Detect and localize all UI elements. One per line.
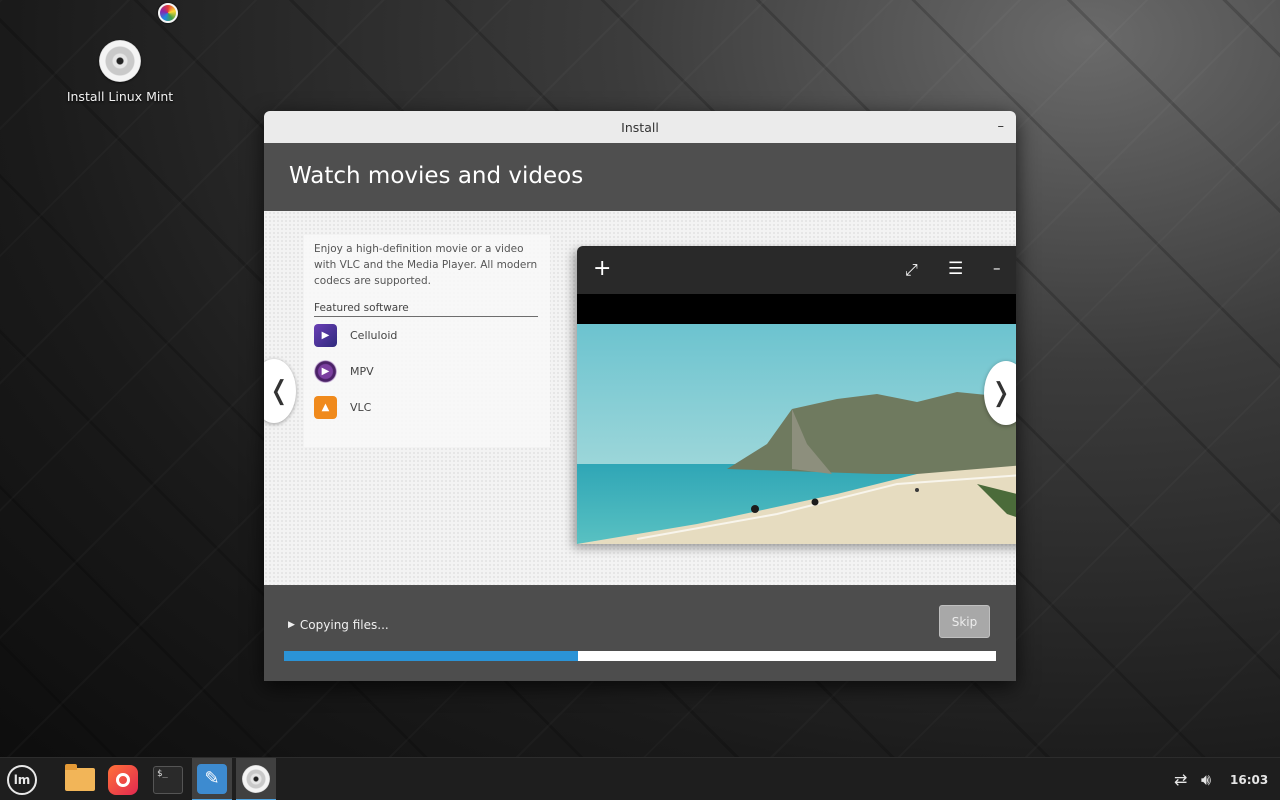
taskbar: lm $_ ✎ ⇄ 🔊︎ 16:03 [0,757,1280,800]
folder-icon [65,764,95,791]
slide-description: Enjoy a high-definition movie or a video… [314,243,538,287]
vlc-icon: ▲ [314,395,337,419]
firefox-launcher[interactable] [103,758,143,800]
previous-slide-button[interactable]: ❬ [264,359,296,423]
status-expander[interactable]: ▶ Copying files... [288,618,389,632]
beach-scene-image [577,324,1016,544]
app-name: MPV [350,364,374,378]
featured-app-mpv: ▶ MPV [314,353,540,389]
volume-icon[interactable]: 🔊︎ [1201,758,1211,800]
network-icon[interactable]: ⇄ [1174,758,1187,800]
install-progress-bar [284,651,996,661]
hamburger-menu-icon: ☰ [948,259,964,279]
files-launcher[interactable] [60,758,100,800]
player-headerbar: + ⤢ ☰ – [577,246,1016,294]
app-name: VLC [350,400,372,414]
mint-menu-button[interactable]: lm [2,758,42,800]
slide-header: Watch movies and videos [264,143,1016,211]
clock[interactable]: 16:03 [1230,758,1268,800]
celluloid-icon: ▶ [314,323,337,347]
installer-window: Install – Watch movies and videos Enjoy … [264,111,1016,681]
color-picker-icon[interactable] [158,3,178,23]
desktop-icon-label: Install Linux Mint [66,89,174,104]
installer-taskbar-button[interactable] [236,758,276,800]
linux-mint-logo-icon: lm [7,764,37,795]
disc-icon [242,764,270,793]
window-titlebar[interactable]: Install – [264,111,1016,143]
description-panel: Enjoy a high-definition movie or a video… [304,235,550,447]
disc-icon [99,40,141,82]
mpv-icon: ▶ [314,359,337,383]
slide-title: Watch movies and videos [289,163,584,189]
text-editor-launcher[interactable]: ✎ [192,758,232,800]
featured-app-celluloid: ▶ Celluloid [314,317,540,353]
letterbox-bar [577,294,1016,324]
video-frame [577,324,1016,544]
slideshow: Enjoy a high-definition movie or a video… [264,211,1016,585]
terminal-launcher[interactable]: $_ [148,758,188,800]
plus-icon: + [593,256,612,281]
player-minimize-icon: – [993,259,1001,277]
firefox-icon [108,764,138,795]
expander-triangle-icon: ▶ [288,620,295,630]
media-player-screenshot: + ⤢ ☰ – [577,246,1016,544]
app-name: Celluloid [350,328,398,342]
progress-fill [284,651,579,661]
desktop-icon-install-linux-mint[interactable]: Install Linux Mint [62,40,178,104]
install-footer: ▶ Copying files... Skip [264,585,1016,681]
fullscreen-icon: ⤢ [905,260,918,279]
terminal-icon: $_ [153,765,183,794]
text-editor-icon: ✎ [197,763,227,794]
minimize-button[interactable]: – [998,119,1005,134]
featured-app-vlc: ▲ VLC [314,389,540,425]
featured-software-heading: Featured software [314,302,538,317]
window-title: Install [621,119,659,135]
status-text: Copying files... [299,618,389,632]
skip-button[interactable]: Skip [939,605,990,638]
